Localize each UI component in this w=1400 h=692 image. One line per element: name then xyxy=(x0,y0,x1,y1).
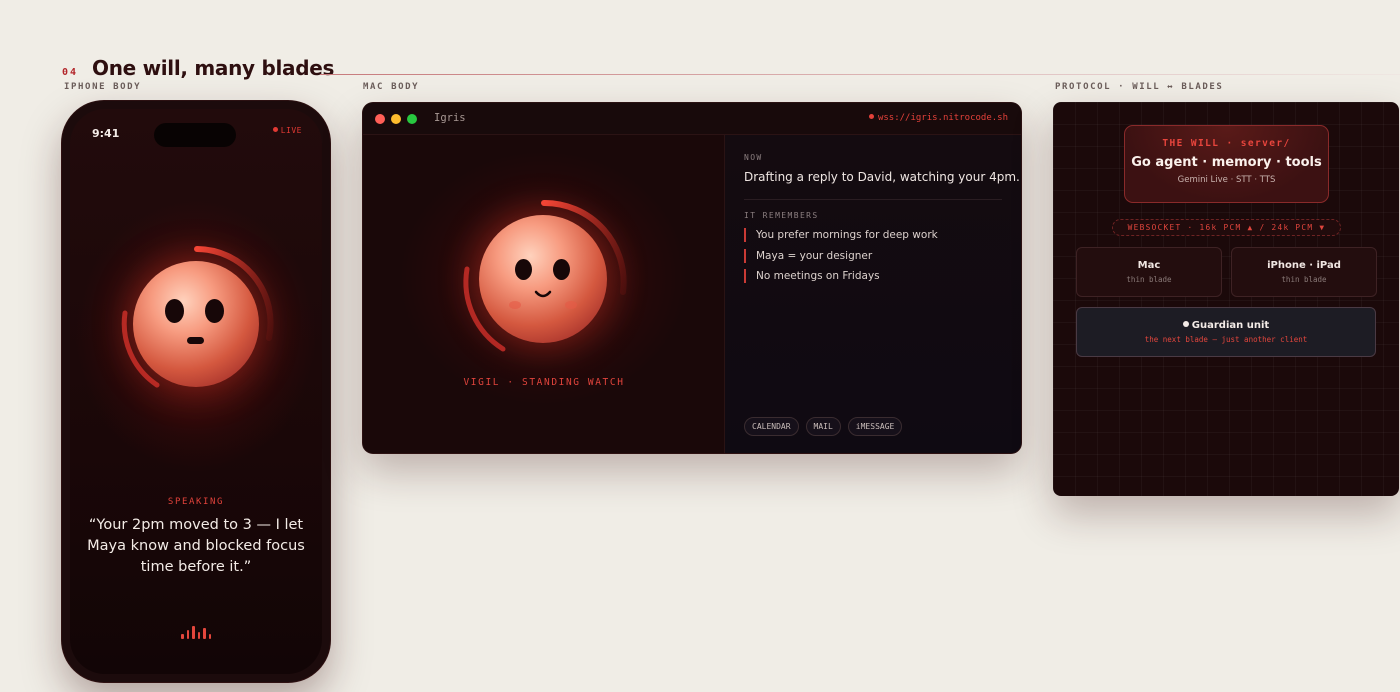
iphone-label: IPHONE BODY xyxy=(64,82,142,92)
blade-sub: thin blade xyxy=(1281,275,1327,284)
vigil-avatar[interactable] xyxy=(117,243,277,403)
blade-iphone-ipad: iPhone · iPad thin blade xyxy=(1231,247,1377,297)
chip-imessage[interactable]: iMESSAGE xyxy=(847,417,903,436)
memory-item[interactable]: You prefer mornings for deep work xyxy=(744,228,938,249)
iphone-screen: 9:41 LIVE SPEAKING “Your 2pm moved to 3 … xyxy=(70,109,322,674)
connection-url: wss://igris.nitrocode.sh xyxy=(877,113,1008,123)
section-number: 04 xyxy=(62,67,79,78)
left-cheek xyxy=(509,301,521,309)
mac-label: MAC BODY xyxy=(363,82,420,92)
iphone-device: 9:41 LIVE SPEAKING “Your 2pm moved to 3 … xyxy=(62,101,330,682)
right-eye xyxy=(205,299,224,323)
guardian-dot-icon xyxy=(1182,321,1189,327)
protocol-label: PROTOCOL · WILL ↔ BLADES xyxy=(1055,82,1224,92)
window-title: Igris xyxy=(434,112,466,124)
blade-mac: Mac thin blade xyxy=(1076,247,1222,297)
connection-status: wss://igris.nitrocode.sh xyxy=(868,113,1008,123)
live-label: LIVE xyxy=(280,126,302,135)
integration-chips: CALENDAR MAIL iMESSAGE xyxy=(744,417,903,436)
blade-name: iPhone · iPad xyxy=(1267,260,1341,271)
will-server-node: THE WILL · server/ Go agent · memory · t… xyxy=(1124,125,1329,203)
minimize-icon[interactable] xyxy=(391,114,401,124)
maximize-icon[interactable] xyxy=(407,114,417,124)
memory-item[interactable]: No meetings on Fridays xyxy=(744,269,938,290)
section-divider xyxy=(320,74,1400,75)
assistant-quote: “Your 2pm moved to 3 — I let Maya know a… xyxy=(87,517,305,575)
waveform-icon[interactable] xyxy=(181,623,211,639)
dynamic-island xyxy=(154,123,236,147)
guardian-name-text: Guardian unit xyxy=(1191,320,1270,331)
chip-mail[interactable]: MAIL xyxy=(805,417,841,436)
mac-avatar-pane: VIGIL · STANDING WATCH xyxy=(363,135,725,453)
mouth xyxy=(187,337,204,344)
chip-calendar[interactable]: CALENDAR xyxy=(744,417,799,436)
guardian-name: Guardian unit xyxy=(1077,320,1375,331)
vigil-avatar-mac[interactable] xyxy=(459,197,629,367)
now-text: Drafting a reply to David, watching your… xyxy=(744,170,1020,184)
now-label: NOW xyxy=(744,153,763,162)
guardian-sub: the next blade — just another client xyxy=(1144,335,1308,344)
left-eye xyxy=(165,299,184,323)
close-icon[interactable] xyxy=(375,114,385,124)
right-eye xyxy=(553,259,570,280)
live-indicator: LIVE xyxy=(272,126,302,135)
guardian-unit-node: Guardian unit the next blade — just anot… xyxy=(1076,307,1376,357)
left-eye xyxy=(515,259,532,280)
section-title: One will, many blades xyxy=(92,56,335,80)
right-cheek xyxy=(565,301,577,309)
websocket-transport: WEBSOCKET · 16k PCM ▲ / 24k PCM ▼ xyxy=(1112,219,1341,236)
status-time: 9:41 xyxy=(92,127,120,140)
protocol-diagram: THE WILL · server/ Go agent · memory · t… xyxy=(1053,102,1399,496)
smile-mouth xyxy=(534,290,552,298)
remembers-label: IT REMEMBERS xyxy=(744,211,819,220)
speaking-label: SPEAKING xyxy=(167,497,225,507)
memory-list: You prefer mornings for deep work Maya =… xyxy=(744,228,938,290)
will-subtitle: Gemini Live · STT · TTS xyxy=(1177,175,1276,185)
mac-context-pane: NOW Drafting a reply to David, watching … xyxy=(725,135,1021,453)
vigil-status: VIGIL · STANDING WATCH xyxy=(463,377,625,388)
will-label: THE WILL · server/ xyxy=(1162,138,1291,149)
mac-titlebar: Igris wss://igris.nitrocode.sh xyxy=(363,103,1021,135)
pane-divider xyxy=(744,199,1002,200)
live-dot-icon xyxy=(272,127,278,132)
blade-name: Mac xyxy=(1137,260,1161,271)
orb-face xyxy=(133,261,259,387)
connection-dot-icon xyxy=(868,114,874,119)
memory-item[interactable]: Maya = your designer xyxy=(744,248,938,270)
will-title: Go agent · memory · tools xyxy=(1131,155,1322,170)
orb-face xyxy=(479,215,607,343)
blade-sub: thin blade xyxy=(1126,275,1172,284)
mac-window: Igris wss://igris.nitrocode.sh VIGIL · S… xyxy=(363,103,1021,453)
